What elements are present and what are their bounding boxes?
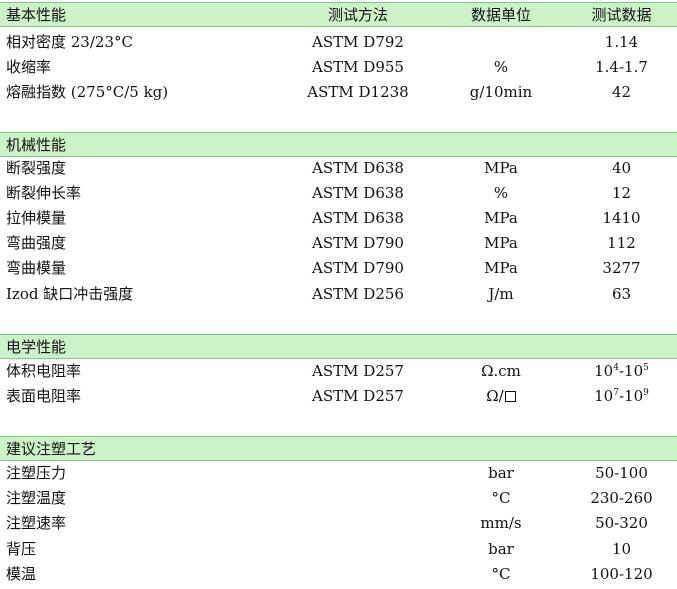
unit-cell: MPa (484, 234, 518, 252)
table-row: 断裂强度 ASTM D638 MPa 40 (0, 156, 677, 181)
property-cell: 熔融指数 (275°C/5 kg) (6, 83, 169, 101)
value-base: 10 (624, 362, 644, 380)
value-cell: 63 (611, 285, 632, 303)
value-base: 10 (594, 362, 614, 380)
value-cell: 10 (611, 540, 632, 558)
value-exponent: 5 (643, 363, 649, 373)
table-row: 体积电阻率 ASTM D257 Ω.cm 104-105 (0, 359, 677, 384)
method-cell: ASTM D792 (312, 33, 404, 51)
table-row: Izod 缺口冲击强度 ASTM D256 J/m 63 (0, 282, 677, 307)
method-cell: ASTM D257 (312, 387, 404, 405)
unit-cell: °C (491, 489, 511, 507)
table-row: 弯曲模量 ASTM D790 MPa 3277 (0, 256, 677, 281)
property-cell: 拉伸模量 (6, 209, 67, 227)
table-row: 注塑温度 °C 230-260 (0, 486, 677, 511)
table-row: 相对密度 23/23°C ASTM D792 1.14 (0, 30, 677, 55)
section-header-molding: 建议注塑工艺 (0, 436, 677, 461)
section-title-electrical: 电学性能 (6, 338, 67, 356)
method-cell (280, 486, 436, 511)
property-cell: 模温 (6, 565, 37, 583)
unit-cell: MPa (484, 259, 518, 277)
method-cell: ASTM D955 (312, 58, 404, 76)
unit-cell: mm/s (480, 514, 522, 532)
property-cell: Izod 缺口冲击强度 (6, 285, 134, 303)
method-cell: ASTM D638 (312, 159, 404, 177)
table-row: 注塑压力 bar 50-100 (0, 461, 677, 486)
unit-cell: J/m (488, 285, 514, 303)
column-header-method: 测试方法 (327, 6, 388, 24)
method-cell: ASTM D790 (312, 234, 404, 252)
method-cell: ASTM D638 (312, 184, 404, 202)
value-cell: 1.14 (604, 33, 639, 51)
table-row: 背压 bar 10 (0, 537, 677, 562)
table-row: 注塑速率 mm/s 50-320 (0, 511, 677, 536)
property-cell: 注塑压力 (6, 464, 67, 482)
property-cell: 表面电阻率 (6, 387, 82, 405)
unit-cell: Ω/ (436, 384, 566, 409)
section-title-mechanical: 机械性能 (6, 136, 67, 154)
property-cell: 收缩率 (6, 58, 52, 76)
value-cell: 50-100 (595, 464, 648, 482)
unit-cell: °C (491, 565, 511, 583)
property-cell: 背压 (6, 540, 37, 558)
unit-cell: bar (488, 464, 514, 482)
table-header-row: 基本性能 测试方法 数据单位 测试数据 (0, 2, 677, 27)
value-cell: 230-260 (590, 489, 653, 507)
column-header-value: 测试数据 (591, 6, 652, 24)
unit-cell (436, 30, 566, 55)
property-cell: 注塑温度 (6, 489, 67, 507)
method-cell (280, 562, 436, 587)
unit-text: Ω/ (486, 387, 504, 405)
value-cell: 50-320 (595, 514, 648, 532)
unit-cell: MPa (484, 159, 518, 177)
value-base: 10 (624, 387, 644, 405)
unit-cell: MPa (484, 209, 518, 227)
table-row: 拉伸模量 ASTM D638 MPa 1410 (0, 206, 677, 231)
table-row: 收缩率 ASTM D955 % 1.4-1.7 (0, 55, 677, 80)
method-cell (280, 461, 436, 486)
property-cell: 断裂强度 (6, 159, 67, 177)
property-cell: 体积电阻率 (6, 362, 82, 380)
section-header-electrical: 电学性能 (0, 334, 677, 359)
section-title-basic: 基本性能 (6, 6, 67, 24)
value-cell: 40 (611, 159, 632, 177)
property-cell: 弯曲模量 (6, 259, 67, 277)
table-row: 弯曲强度 ASTM D790 MPa 112 (0, 231, 677, 256)
value-cell: 42 (611, 83, 632, 101)
unit-cell: bar (488, 540, 514, 558)
value-cell: 112 (607, 234, 636, 252)
value-cell: 3277 (602, 259, 641, 277)
value-cell: 100-120 (590, 565, 653, 583)
unit-cell: % (493, 58, 509, 76)
value-cell: 104-105 (566, 359, 677, 384)
method-cell: ASTM D257 (312, 362, 404, 380)
value-exponent: 9 (643, 388, 649, 398)
property-cell: 相对密度 23/23°C (6, 33, 133, 51)
property-cell: 弯曲强度 (6, 234, 67, 252)
method-cell: ASTM D790 (312, 259, 404, 277)
table-row: 熔融指数 (275°C/5 kg) ASTM D1238 g/10min 42 (0, 80, 677, 105)
square-unit-icon (504, 391, 516, 402)
value-cell: 1410 (602, 209, 641, 227)
unit-cell: Ω.cm (481, 362, 521, 380)
unit-cell: g/10min (469, 83, 533, 101)
table-row: 断裂伸长率 ASTM D638 % 12 (0, 181, 677, 206)
property-cell: 注塑速率 (6, 514, 67, 532)
value-base: 10 (594, 387, 614, 405)
table-row: 表面电阻率 ASTM D257 Ω/ 107-109 (0, 384, 677, 409)
section-header-mechanical: 机械性能 (0, 132, 677, 157)
value-cell: 12 (611, 184, 632, 202)
method-cell: ASTM D638 (312, 209, 404, 227)
method-cell (280, 537, 436, 562)
property-cell: 断裂伸长率 (6, 184, 82, 202)
value-cell: 1.4-1.7 (595, 58, 648, 76)
method-cell: ASTM D1238 (307, 83, 409, 101)
method-cell: ASTM D256 (312, 285, 404, 303)
column-header-unit: 数据单位 (470, 6, 531, 24)
value-cell: 107-109 (566, 384, 677, 409)
section-title-molding: 建议注塑工艺 (6, 440, 97, 458)
method-cell (280, 511, 436, 536)
table-row: 模温 °C 100-120 (0, 562, 677, 587)
unit-cell: % (493, 184, 509, 202)
